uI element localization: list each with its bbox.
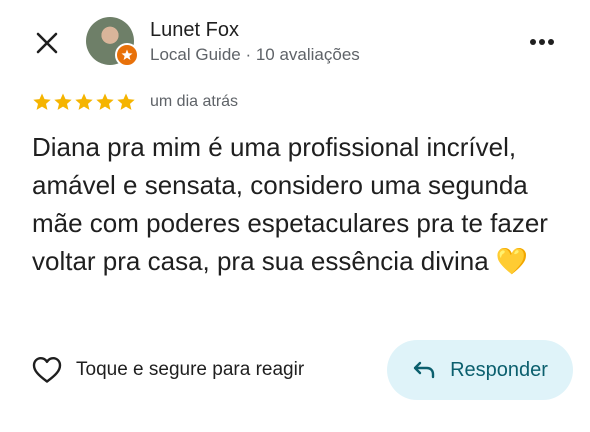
reply-label: Responder — [450, 358, 548, 381]
star-rating — [32, 92, 136, 112]
avatar[interactable] — [86, 17, 139, 67]
reply-button[interactable]: Responder — [387, 340, 573, 400]
close-button[interactable] — [30, 26, 64, 60]
star-icon — [54, 93, 72, 110]
review-timestamp: um dia atrás — [150, 93, 239, 110]
star-icon — [33, 93, 51, 110]
react-button[interactable]: Toque e segure para reagir — [32, 350, 304, 390]
user-name[interactable]: Lunet Fox — [150, 19, 239, 42]
close-icon — [36, 32, 58, 54]
react-label: Toque e segure para reagir — [76, 359, 305, 380]
more-horizontal-icon — [530, 39, 554, 45]
review-text: Diana pra mim é uma profissional incríve… — [32, 132, 548, 276]
star-icon — [117, 93, 135, 110]
star-icon — [96, 93, 114, 110]
heart-outline-icon — [32, 357, 62, 383]
user-meta: Local Guide · 10 avaliações — [150, 45, 360, 64]
local-guide-badge-icon — [115, 43, 139, 67]
more-options-button[interactable] — [524, 26, 560, 58]
reply-arrow-icon — [413, 361, 435, 379]
star-icon — [75, 93, 93, 110]
rating-row: um dia atrás — [32, 92, 238, 112]
